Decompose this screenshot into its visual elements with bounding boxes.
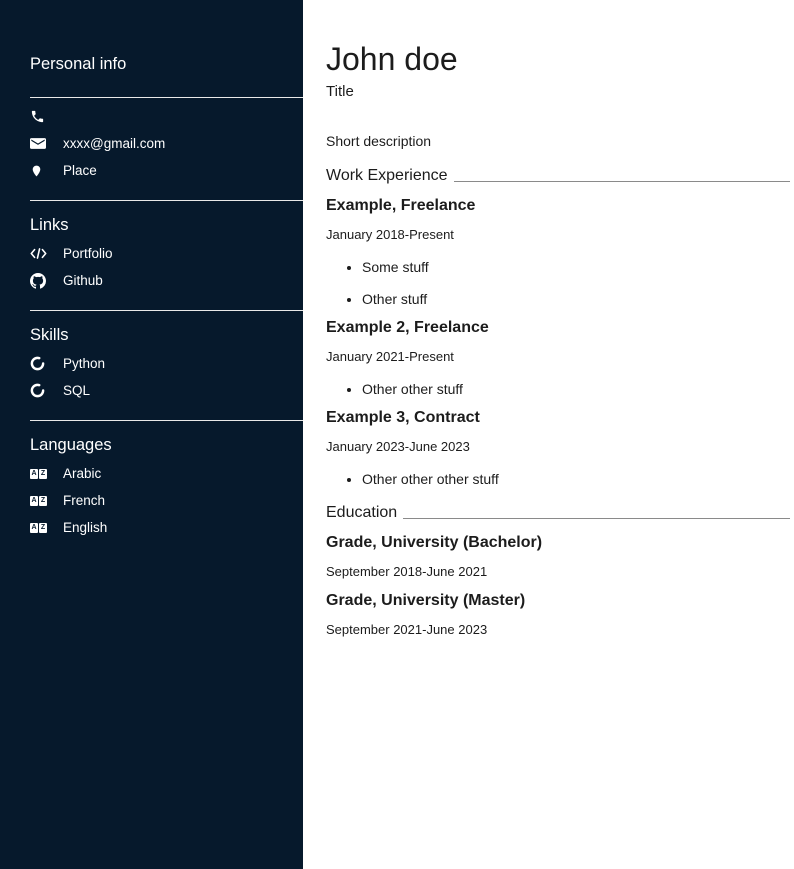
divider: [30, 310, 303, 311]
sidebar: Personal info xxxx@gmail.com Place Links: [0, 0, 303, 869]
link-item-github[interactable]: Github: [30, 272, 303, 289]
section-heading-label: Work Experience: [326, 166, 448, 185]
language-item-english: A Z English: [30, 519, 303, 536]
skill-label: SQL: [63, 382, 90, 399]
phone-icon: [30, 108, 48, 125]
short-description: Short description: [326, 133, 790, 150]
language-icon-left-glyph: A: [30, 523, 38, 533]
section-heading-work-experience: Work Experience: [326, 166, 790, 185]
section-heading-label: Education: [326, 503, 397, 522]
entry-title: Grade, University (Bachelor): [326, 533, 790, 552]
language-icon-left-glyph: A: [30, 469, 38, 479]
section-rule: [403, 518, 790, 519]
language-item-arabic: A Z Arabic: [30, 465, 303, 482]
email-icon: [30, 135, 48, 152]
section-rule: [454, 181, 790, 182]
entry-title: Grade, University (Master): [326, 591, 790, 610]
language-item-french: A Z French: [30, 492, 303, 509]
language-icon: A Z: [30, 465, 48, 482]
portfolio-label: Portfolio: [63, 245, 113, 262]
bullet-item: Other stuff: [362, 291, 790, 307]
bullet-item: Other other other stuff: [362, 471, 790, 487]
candidate-name: John doe: [326, 42, 790, 76]
divider: [30, 420, 303, 421]
entry-date: January 2021-Present: [326, 349, 790, 365]
bullet-item: Some stuff: [362, 259, 790, 275]
github-label: Github: [63, 272, 103, 289]
language-label: Arabic: [63, 465, 101, 482]
personal-info-heading: Personal info: [30, 55, 303, 74]
resume-page: Personal info xxxx@gmail.com Place Links: [0, 0, 794, 869]
languages-heading: Languages: [30, 436, 303, 455]
circle-notch-icon: [30, 382, 48, 399]
bullet-item: Other other stuff: [362, 381, 790, 397]
email-label: xxxx@gmail.com: [63, 135, 165, 152]
language-icon: A Z: [30, 492, 48, 509]
code-icon: [30, 245, 48, 262]
experience-entry: Example 2, Freelance January 2021-Presen…: [326, 318, 790, 397]
language-label: English: [63, 519, 107, 536]
section-heading-education: Education: [326, 503, 790, 522]
divider: [30, 97, 303, 98]
main-content: John doe Title Short description Work Ex…: [303, 0, 794, 869]
education-entry: Grade, University (Bachelor) September 2…: [326, 533, 790, 580]
language-icon-left-glyph: A: [30, 496, 38, 506]
language-icon-right-glyph: Z: [39, 469, 47, 479]
divider: [30, 200, 303, 201]
contact-item-place: Place: [30, 162, 303, 179]
education-entry: Grade, University (Master) September 202…: [326, 591, 790, 638]
entry-date: January 2023-June 2023: [326, 439, 790, 455]
circle-notch-icon: [30, 355, 48, 372]
skill-item-python: Python: [30, 355, 303, 372]
entry-date: September 2021-June 2023: [326, 622, 790, 638]
language-icon-right-glyph: Z: [39, 523, 47, 533]
entry-date: January 2018-Present: [326, 227, 790, 243]
entry-date: September 2018-June 2021: [326, 564, 790, 580]
place-label: Place: [63, 162, 97, 179]
entry-bullets: Some stuff Other stuff: [326, 259, 790, 307]
skill-label: Python: [63, 355, 105, 372]
contact-item-phone: [30, 108, 303, 125]
links-heading: Links: [30, 216, 303, 235]
entry-title: Example 2, Freelance: [326, 318, 790, 337]
candidate-title: Title: [326, 83, 790, 101]
entry-title: Example 3, Contract: [326, 408, 790, 427]
entry-bullets: Other other other stuff: [326, 471, 790, 487]
github-icon: [30, 272, 48, 289]
entry-bullets: Other other stuff: [326, 381, 790, 397]
language-icon: A Z: [30, 519, 48, 536]
experience-entry: Example, Freelance January 2018-Present …: [326, 196, 790, 307]
language-icon-right-glyph: Z: [39, 496, 47, 506]
location-icon: [30, 162, 48, 179]
contact-item-email[interactable]: xxxx@gmail.com: [30, 135, 303, 152]
link-item-portfolio[interactable]: Portfolio: [30, 245, 303, 262]
skills-heading: Skills: [30, 326, 303, 345]
skill-item-sql: SQL: [30, 382, 303, 399]
language-label: French: [63, 492, 105, 509]
entry-title: Example, Freelance: [326, 196, 790, 215]
experience-entry: Example 3, Contract January 2023-June 20…: [326, 408, 790, 487]
